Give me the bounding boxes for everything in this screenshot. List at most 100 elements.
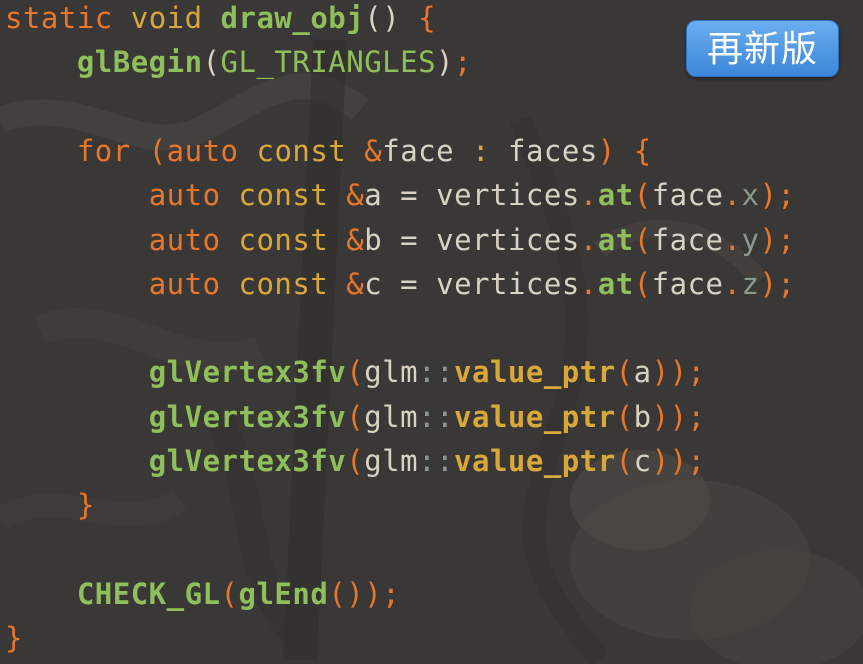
code-token: ) xyxy=(759,267,778,301)
code-line: glVertex3fv(glm::value_ptr(c)); xyxy=(5,441,706,481)
code-token: c xyxy=(633,444,652,478)
code-token: & xyxy=(346,267,365,301)
code-token: glm xyxy=(364,355,419,389)
code-token: a xyxy=(633,355,652,389)
code-line: auto const &b = vertices.at(face.y); xyxy=(5,220,795,260)
code-token: value_ptr xyxy=(454,355,616,389)
code-token: ) xyxy=(759,178,778,212)
code-token: void xyxy=(130,1,203,35)
code-token: = xyxy=(382,178,437,212)
code-line: glVertex3fv(glm::value_ptr(a)); xyxy=(5,352,706,392)
code-token: x xyxy=(741,178,760,212)
code-line: auto const &a = vertices.at(face.x); xyxy=(5,175,795,215)
code-token: ; xyxy=(687,355,706,389)
code-token: . xyxy=(723,178,742,212)
code-token: ( xyxy=(615,355,634,389)
code-token: a xyxy=(364,178,383,212)
code-token: ( xyxy=(202,45,221,79)
code-token: auto xyxy=(166,134,239,168)
code-token: ) xyxy=(597,134,616,168)
code-token: () xyxy=(364,1,401,35)
code-token: draw_obj xyxy=(220,1,365,35)
code-line: } xyxy=(5,618,23,658)
code-token: ) xyxy=(759,223,778,257)
code-token: face xyxy=(651,267,724,301)
code-token: ()) xyxy=(328,577,383,611)
code-token: )) xyxy=(651,444,688,478)
code-token: . xyxy=(723,267,742,301)
code-token: static xyxy=(5,1,113,35)
code-token: glm xyxy=(364,444,419,478)
code-token: . xyxy=(723,223,742,257)
code-token: at xyxy=(597,223,634,257)
code-token: face xyxy=(651,223,724,257)
code-token: glEnd xyxy=(238,577,329,611)
code-token: & xyxy=(346,223,365,257)
code-token: ( xyxy=(220,577,239,611)
code-token: const xyxy=(238,223,329,257)
code-token: z xyxy=(741,267,760,301)
code-token: } xyxy=(5,621,23,655)
code-token: face xyxy=(382,134,455,168)
code-token: ; xyxy=(777,267,796,301)
code-token: vertices xyxy=(436,223,580,257)
code-token: y xyxy=(741,223,760,257)
code-token: faces xyxy=(507,134,598,168)
code-token: ; xyxy=(687,400,706,434)
code-token: value_ptr xyxy=(454,444,616,478)
code-token: value_ptr xyxy=(454,400,616,434)
code-token: glBegin xyxy=(76,45,203,79)
code-token: ( xyxy=(346,444,365,478)
code-token: ( xyxy=(633,223,652,257)
code-token: const xyxy=(256,134,347,168)
code-editor[interactable]: static void draw_obj() { glBegin(GL_TRIA… xyxy=(0,0,863,664)
code-line: for (auto const &face : faces) { xyxy=(5,131,652,171)
code-token: auto xyxy=(148,178,221,212)
code-token: ) xyxy=(436,45,455,79)
code-token: )) xyxy=(651,355,688,389)
code-token: vertices xyxy=(436,267,580,301)
code-token: ( xyxy=(633,267,652,301)
new-version-badge[interactable]: 再新版 xyxy=(686,20,839,77)
code-token: ; xyxy=(454,45,472,79)
code-line: static void draw_obj() { xyxy=(5,0,436,38)
code-token: b xyxy=(633,400,652,434)
code-token: . xyxy=(579,178,598,212)
code-token: CHECK_GL xyxy=(76,577,221,611)
code-token: :: xyxy=(418,444,455,478)
code-token: face xyxy=(651,178,724,212)
code-line: auto const &c = vertices.at(face.z); xyxy=(5,264,795,304)
code-token: & xyxy=(364,134,383,168)
code-token: const xyxy=(238,178,329,212)
code-token: :: xyxy=(418,355,455,389)
code-line: glBegin(GL_TRIANGLES); xyxy=(5,42,472,82)
code-token: c xyxy=(364,267,383,301)
code-token: )) xyxy=(651,400,688,434)
code-token: glm xyxy=(364,400,419,434)
code-token: vertices xyxy=(436,178,580,212)
code-token: b xyxy=(364,223,383,257)
code-token: } xyxy=(76,488,95,522)
code-token: : xyxy=(472,134,491,168)
code-token: auto xyxy=(148,223,221,257)
code-line: } xyxy=(5,485,95,525)
code-token: ( xyxy=(615,400,634,434)
code-token: { xyxy=(633,134,652,168)
code-token: ; xyxy=(687,444,706,478)
